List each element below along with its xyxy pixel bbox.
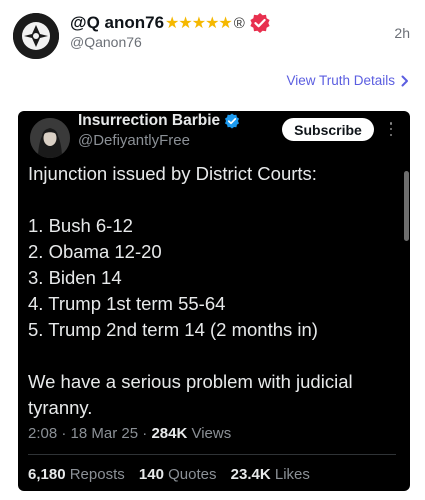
scrollbar-thumb	[404, 171, 409, 241]
embed-body-text: Injunction issued by District Courts: 1.…	[28, 161, 398, 421]
likes-label: Likes	[274, 466, 310, 483]
embedded-post-image[interactable]: Insurrection Barbie @DefiyantlyFree Subs…	[18, 111, 410, 491]
embed-time: 2:08	[28, 425, 58, 442]
star-icons: ★★★★★	[165, 15, 233, 32]
reposts-label: Reposts	[69, 466, 125, 483]
name-row: @Q anon76 ★★★★★ ®	[70, 12, 271, 34]
embed-text-line: We have a serious problem with judicial …	[28, 371, 353, 418]
avatar[interactable]	[13, 13, 59, 59]
verified-badge-icon	[225, 113, 240, 129]
registered-mark: ®	[233, 14, 245, 32]
embed-text-line: 3. Biden 14	[28, 267, 122, 288]
quotes-count: 140	[138, 466, 164, 483]
stats-divider	[28, 454, 396, 455]
embed-text-line: Injunction issued by District Courts:	[28, 163, 317, 184]
embed-stats: 6,180 Reposts 140 Quotes 23.4K Likes	[28, 466, 320, 483]
views-label: Views	[191, 425, 232, 442]
embed-date: 18 Mar 25	[70, 425, 139, 442]
timestamp: 2h	[394, 25, 410, 41]
embed-avatar	[30, 118, 70, 158]
views-count: 284K	[151, 425, 188, 442]
embed-handle: @DefiyantlyFree	[78, 132, 190, 149]
reposts-count: 6,180	[28, 466, 66, 483]
display-name[interactable]: @Q anon76	[70, 13, 164, 33]
embed-text-line: 2. Obama 12-20	[28, 241, 162, 262]
avatar-image	[13, 13, 59, 59]
embed-text-line: 5. Trump 2nd term 14 (2 months in)	[28, 319, 318, 340]
handle[interactable]: @Qanon76	[70, 34, 142, 50]
embed-meta: 2:08 · 18 Mar 25 · 284K Views	[28, 425, 232, 442]
more-options-icon	[385, 119, 397, 139]
chevron-right-icon	[401, 75, 408, 86]
verified-badge-icon	[250, 13, 270, 33]
likes-count: 23.4K	[230, 466, 271, 483]
view-truth-details-label: View Truth Details	[286, 73, 395, 88]
embed-text-line: 1. Bush 6-12	[28, 215, 133, 236]
embed-text-line: 4. Trump 1st term 55-64	[28, 293, 226, 314]
embed-name-row: Insurrection Barbie	[78, 112, 240, 130]
quotes-label: Quotes	[168, 466, 217, 483]
subscribe-button: Subscribe	[282, 118, 374, 141]
embed-display-name: Insurrection Barbie	[78, 112, 221, 129]
embed-avatar-image	[30, 118, 70, 158]
post-header: @Q anon76 ★★★★★ ® @Qanon76 2h	[0, 0, 425, 70]
view-truth-details-link[interactable]: View Truth Details	[286, 73, 409, 88]
